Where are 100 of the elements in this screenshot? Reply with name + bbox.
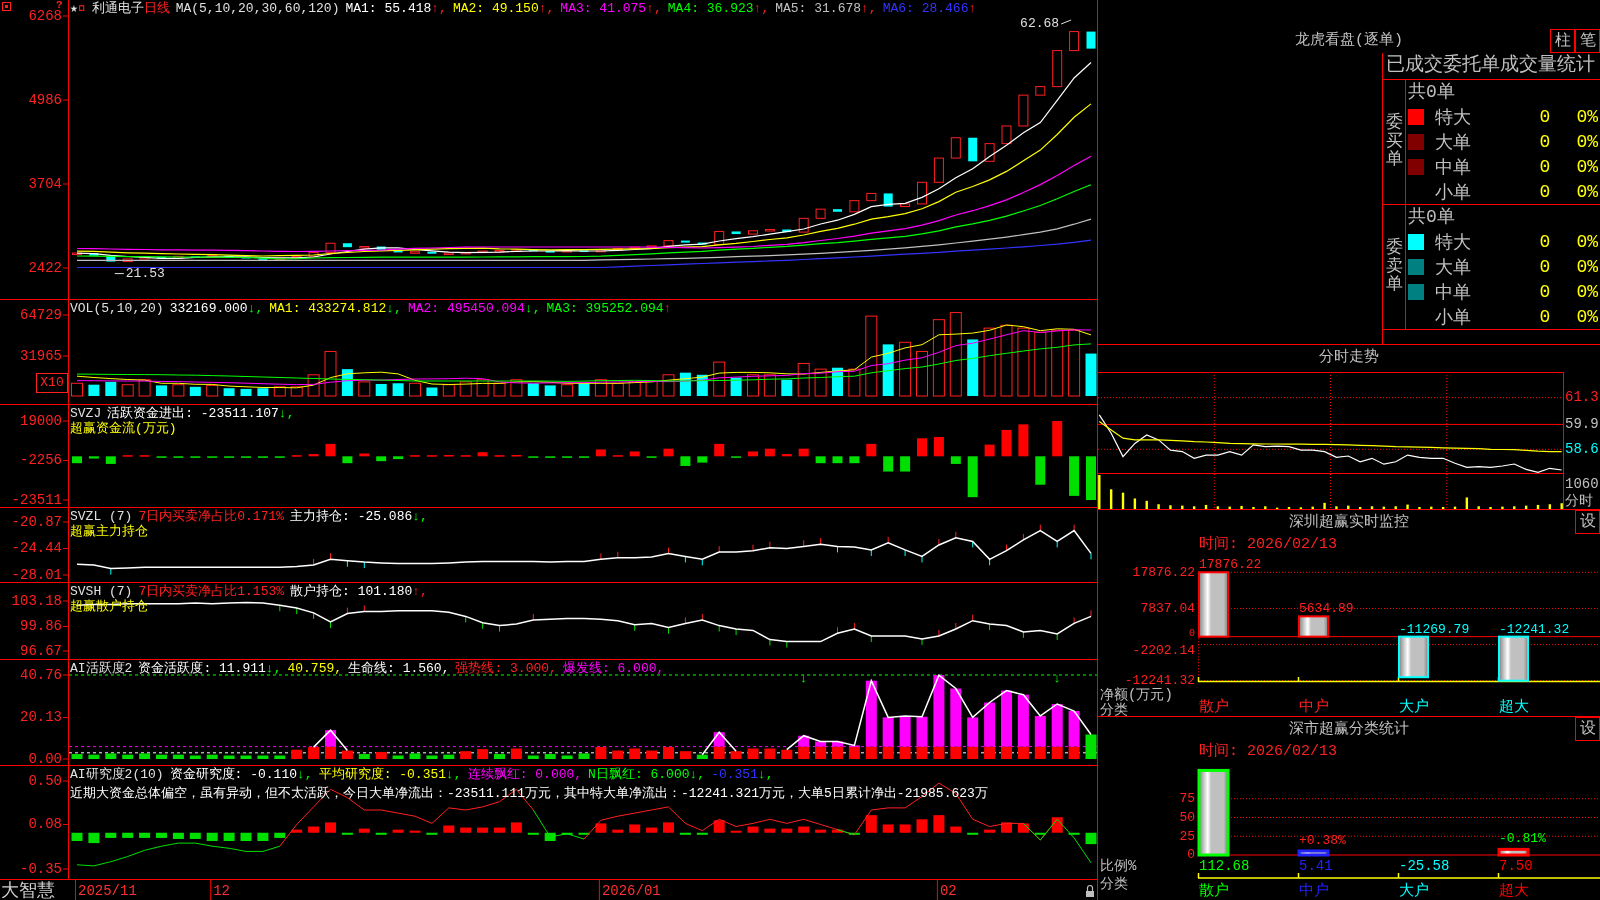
research-bar bbox=[375, 832, 387, 835]
axis-label: 0 bbox=[1187, 847, 1195, 863]
research-bar bbox=[1001, 822, 1012, 833]
fund-flow-bar bbox=[680, 456, 691, 466]
volume-bar bbox=[967, 339, 979, 396]
star-icon: ★ bbox=[70, 1, 78, 16]
activity-bar bbox=[189, 755, 201, 759]
volume-bar bbox=[1068, 329, 1081, 397]
order-size-label: 小单 bbox=[1434, 306, 1472, 329]
category-label: 散户 bbox=[1199, 698, 1229, 716]
volume-bar bbox=[797, 362, 810, 397]
bar-value-label: 5634.89 bbox=[1299, 601, 1354, 617]
price-label: 21.53 bbox=[125, 266, 165, 281]
legend-value: N日飘红: 6.000 bbox=[588, 767, 690, 782]
fund-flow-bar bbox=[342, 456, 353, 464]
activity-bar bbox=[206, 754, 218, 759]
research-bar bbox=[544, 832, 556, 841]
order-count: 0 bbox=[1538, 131, 1552, 152]
square-icon[interactable] bbox=[2, 2, 11, 11]
volume-bar bbox=[156, 385, 167, 396]
order-percent: 0% bbox=[1575, 156, 1599, 177]
axis-label: 96.67 bbox=[20, 642, 62, 659]
axis-label: 99.86 bbox=[20, 618, 62, 635]
legend-value: 平均研究度: -0.351 bbox=[318, 767, 447, 782]
volume-bar bbox=[662, 374, 675, 397]
volume-bar bbox=[1085, 353, 1097, 396]
activity-bar bbox=[308, 747, 320, 759]
category-label: 中户 bbox=[1299, 882, 1329, 900]
fund-flow-bar bbox=[1069, 456, 1080, 496]
view-button[interactable]: 笔 bbox=[1575, 29, 1600, 53]
axis-label: 0.00 bbox=[28, 750, 62, 765]
legend-value: 活跃资金进出: -23511.107 bbox=[107, 406, 279, 421]
axis-label: 59.9 bbox=[1565, 416, 1599, 433]
volume-bar bbox=[307, 374, 320, 397]
order-size-label: 中单 bbox=[1434, 281, 1472, 304]
research-bar bbox=[663, 822, 674, 833]
activity-bar bbox=[595, 747, 607, 759]
volume-bar bbox=[409, 382, 421, 397]
volume-bar bbox=[882, 344, 894, 396]
legend-value: 40.759, bbox=[287, 661, 343, 676]
fund-flow-bar bbox=[1018, 424, 1029, 457]
indicator-subtitle: 超赢主力持仓 bbox=[70, 524, 148, 539]
activity-bar bbox=[392, 755, 404, 759]
signal-arrow: ↓ bbox=[799, 671, 808, 687]
legend-value: MA3: 395252.094 bbox=[546, 301, 664, 316]
activity-bar bbox=[798, 735, 810, 747]
order-size-label: 大单 bbox=[1434, 256, 1472, 279]
volume-bar bbox=[594, 379, 607, 397]
legend-value: MA5: 31.678 bbox=[775, 1, 862, 16]
research-bar bbox=[612, 829, 624, 833]
fund-flow-bar bbox=[697, 456, 708, 463]
trend-arrow: ↓, bbox=[297, 767, 313, 782]
volume-bar bbox=[459, 381, 472, 397]
axis-label: -24.44 bbox=[11, 540, 62, 557]
research-bar bbox=[325, 822, 336, 833]
axis-label: 40.76 bbox=[20, 666, 62, 683]
volume-bar bbox=[561, 384, 574, 397]
trend-arrow: ↓, bbox=[247, 301, 264, 316]
axis-title: 比例% bbox=[1100, 857, 1137, 874]
activity-bar bbox=[646, 750, 658, 759]
trend-arrow: ↓, bbox=[524, 301, 541, 316]
legend-value: 生命线: 1.560, bbox=[348, 661, 450, 676]
volume-bar bbox=[763, 374, 776, 397]
activity-bar bbox=[172, 754, 184, 759]
volume-bar bbox=[814, 368, 827, 397]
activity-line bbox=[312, 729, 349, 752]
research-bar bbox=[1068, 832, 1080, 835]
bar-value-label: -12241.32 bbox=[1499, 621, 1570, 637]
indicator-name: SVSH (7) bbox=[70, 584, 133, 599]
research-bar bbox=[341, 832, 353, 835]
view-button[interactable]: 柱 bbox=[1550, 29, 1575, 53]
trend-arrow: ↑, bbox=[412, 584, 428, 599]
indicator-name: AI研究度2(10) bbox=[70, 767, 164, 782]
activity-bar bbox=[679, 751, 691, 759]
fund-flow-bar bbox=[88, 456, 99, 459]
axis-label: 7837.04 bbox=[1140, 600, 1195, 616]
fund-flow-bar bbox=[832, 456, 843, 464]
trend-arrow: ↓, bbox=[689, 767, 706, 782]
axis-label: 20.13 bbox=[20, 709, 62, 726]
trend-arrow: ↑, bbox=[431, 1, 447, 16]
lock-icon[interactable] bbox=[1086, 884, 1094, 897]
unit-tag: X10 bbox=[36, 373, 68, 393]
volume-bar bbox=[189, 386, 201, 396]
date-time: 时间: 2026/02/13 bbox=[1198, 534, 1339, 555]
settings-button[interactable]: 设 bbox=[1575, 717, 1600, 741]
activity-bar bbox=[71, 754, 83, 759]
axis-label: -2202.14 bbox=[1132, 643, 1195, 658]
volume-bar bbox=[476, 379, 489, 397]
legend-value: MA2: 495450.094 bbox=[407, 301, 525, 316]
trend-arrow: ↑ bbox=[968, 1, 977, 16]
fund-flow-bar bbox=[866, 443, 877, 457]
fund-flow-bar bbox=[72, 456, 82, 464]
order-percent: 0% bbox=[1575, 181, 1599, 202]
order-total: 共0单 bbox=[1408, 81, 1456, 104]
fund-flow-bar bbox=[950, 456, 961, 464]
brand-logo: 大智慧 bbox=[1, 880, 55, 900]
date-label: 12 bbox=[213, 882, 230, 899]
settings-button[interactable]: 设 bbox=[1575, 510, 1600, 534]
research-bar bbox=[882, 824, 894, 833]
fund-flow-bar bbox=[967, 456, 978, 498]
